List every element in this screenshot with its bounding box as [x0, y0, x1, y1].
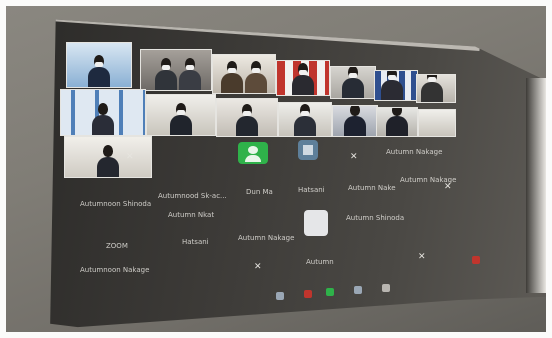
- participant-label: Dun Ma: [246, 188, 273, 196]
- participant-label: ZOOM: [106, 242, 128, 250]
- participant-label: Autumn Shinoda: [346, 214, 405, 222]
- video-tile: [374, 70, 418, 101]
- video-tile: [140, 49, 212, 91]
- participant-label: Autumnood Sk-ac...: [158, 192, 227, 200]
- end-meeting-icon[interactable]: [472, 256, 480, 264]
- video-tile: [332, 105, 378, 137]
- video-tile: [60, 89, 146, 136]
- wall-edge: [526, 77, 546, 293]
- video-tile: [278, 102, 332, 137]
- video-tile: [416, 74, 456, 103]
- mic-muted-icon: ✕: [350, 152, 358, 162]
- video-tile: [330, 66, 376, 99]
- record-icon[interactable]: [382, 284, 390, 292]
- video-tile: [146, 94, 216, 136]
- camera-icon[interactable]: [276, 292, 284, 300]
- participant-label: Autumn Nkat: [168, 211, 215, 219]
- video-tile: [212, 54, 276, 94]
- video-tile: [376, 107, 418, 137]
- participant-label: Autumn Nake: [348, 184, 396, 192]
- participant-label: Hatsani: [182, 238, 209, 246]
- projection-screen: Autumnoon Shinoda Autumnood Sk-ac... Aut…: [50, 19, 546, 328]
- participants-icon[interactable]: [304, 290, 312, 298]
- video-tile: [64, 136, 152, 178]
- video-tile: [216, 98, 278, 137]
- share-screen-icon[interactable]: [354, 286, 362, 294]
- video-tile: [418, 109, 456, 137]
- avatar-icon: [238, 142, 268, 164]
- video-tile: [66, 42, 132, 88]
- room-photo: Autumnoon Shinoda Autumnood Sk-ac... Aut…: [6, 6, 546, 332]
- participant-label: Autumnoon Shinoda: [80, 200, 152, 208]
- participant-label: Autumn Nakage: [238, 234, 295, 242]
- avatar-icon: [304, 210, 328, 236]
- participant-label: Autumnoon Nakage: [80, 266, 150, 274]
- participant-label: Autumn: [306, 258, 334, 266]
- mic-muted-icon: ✕: [254, 262, 262, 272]
- mic-muted-icon: ✕: [126, 152, 134, 162]
- mic-muted-icon: ✕: [444, 182, 452, 192]
- chat-icon[interactable]: [326, 288, 334, 296]
- video-tile: [276, 60, 330, 96]
- participant-label: Autumn Nakage: [386, 148, 443, 156]
- participant-label: Hatsani: [298, 186, 325, 194]
- mic-muted-icon: ✕: [418, 252, 426, 262]
- avatar-icon: [298, 140, 318, 160]
